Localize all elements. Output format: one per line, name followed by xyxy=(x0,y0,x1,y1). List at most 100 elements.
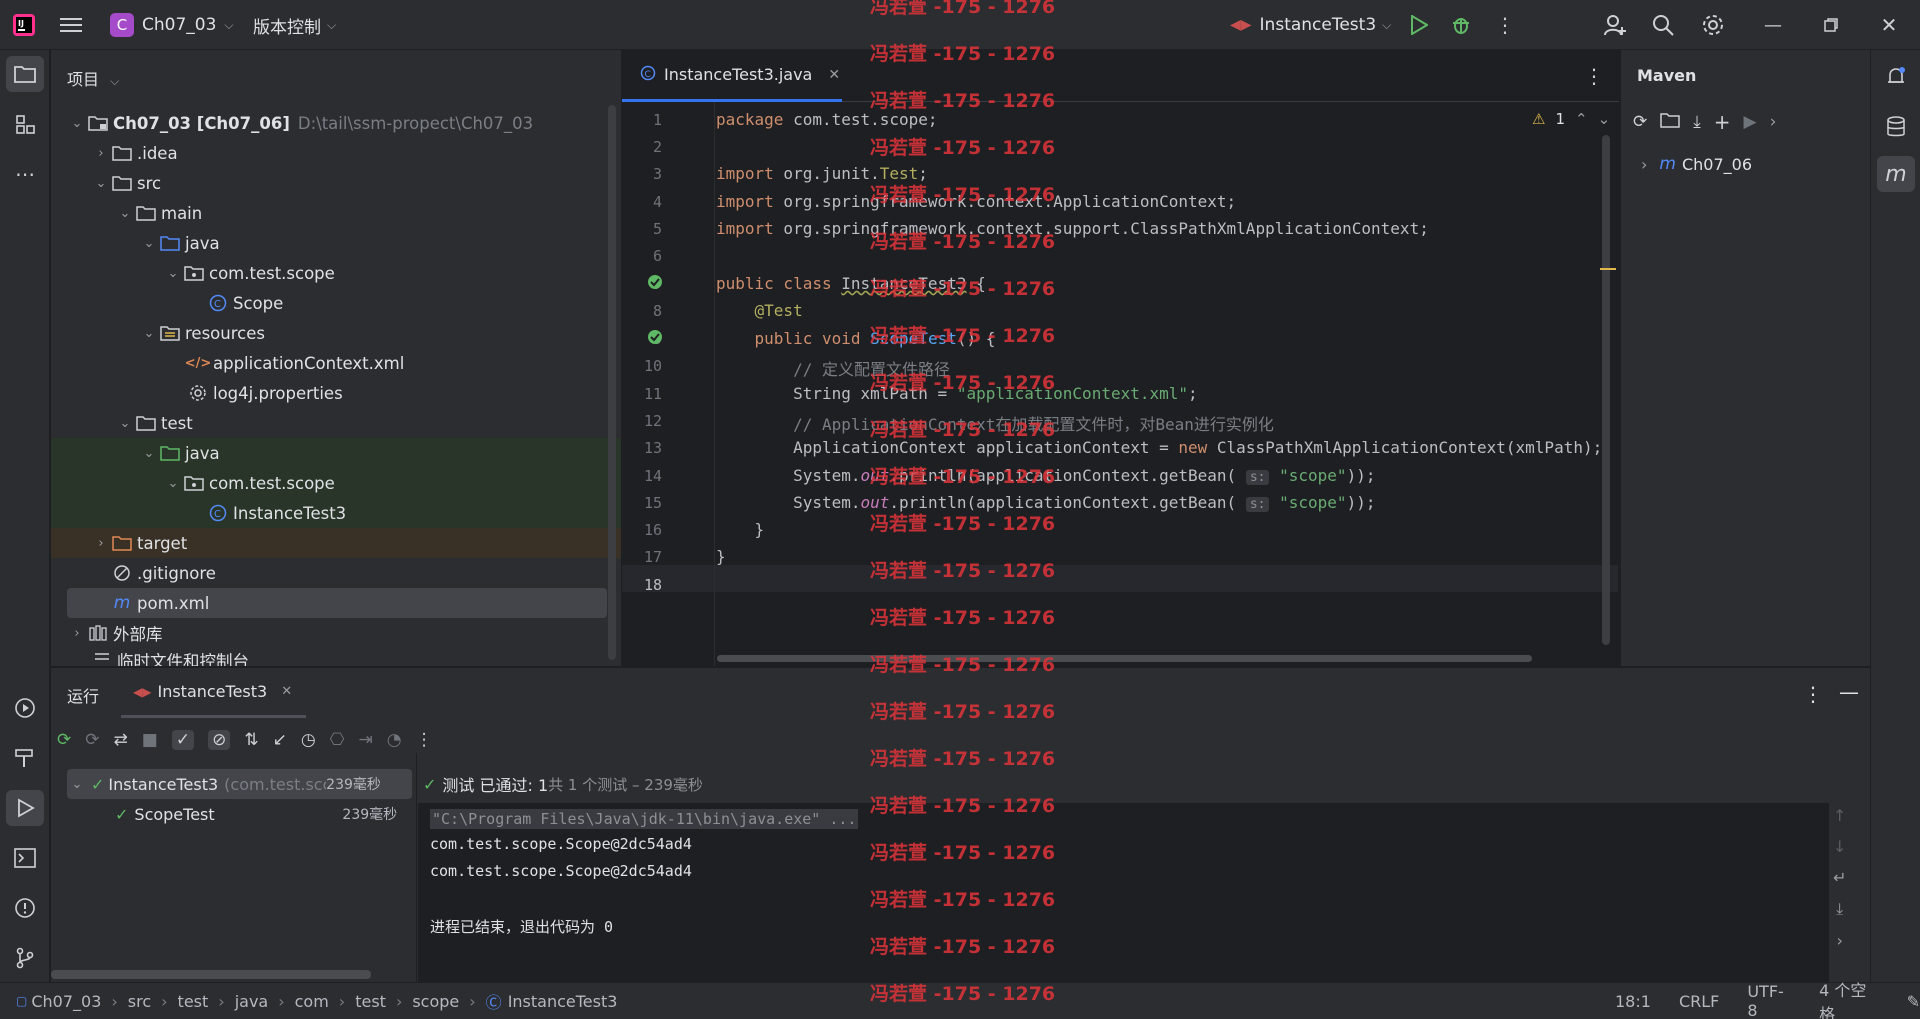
chevron-right-icon[interactable]: › xyxy=(1770,112,1777,132)
minimize-icon[interactable]: — xyxy=(1760,12,1786,38)
project-scrollbar[interactable] xyxy=(608,105,616,660)
download-icon[interactable]: ⤓ xyxy=(1693,112,1701,132)
breadcrumb-item[interactable]: InstanceTest3 xyxy=(508,992,618,1011)
git-branch-icon[interactable] xyxy=(6,940,44,976)
tree-item-root[interactable]: ⌄ Ch07_03 [Ch07_06] D:\tail\ssm-propect\… xyxy=(51,108,611,138)
sort-icon[interactable]: ⇅ xyxy=(244,730,258,750)
run-test-class-gutter-icon[interactable] xyxy=(647,274,663,294)
tree-item-target[interactable]: › target xyxy=(51,528,611,558)
tree-item-appcontext-xml[interactable]: </> applicationContext.xml xyxy=(51,348,611,378)
main-menu-icon[interactable] xyxy=(60,0,82,50)
test-tree-row-method[interactable]: ✓ ScopeTest 239毫秒 xyxy=(67,799,412,829)
reload-icon[interactable]: ⟳ xyxy=(1633,112,1647,132)
run-panel-more-icon[interactable]: ⋮ xyxy=(1803,682,1823,706)
breadcrumb-item[interactable]: test xyxy=(355,992,386,1011)
more-actions-icon[interactable]: ⋮ xyxy=(1495,12,1515,38)
structure-icon[interactable] xyxy=(6,106,44,142)
add-user-icon[interactable] xyxy=(1600,11,1630,39)
project-tool-folder-icon[interactable] xyxy=(6,56,44,92)
maven-tool-icon[interactable]: m xyxy=(1877,156,1915,192)
code-line-17[interactable]: } xyxy=(716,547,726,566)
stop-icon[interactable]: ■ xyxy=(142,730,158,750)
tree-item-idea[interactable]: › .idea xyxy=(51,138,611,168)
tree-item-pom[interactable]: m pom.xml xyxy=(51,588,611,618)
coverage-gauge-icon[interactable]: ◔ xyxy=(387,730,402,750)
breadcrumb-item[interactable]: scope xyxy=(412,992,459,1011)
close-tab-icon[interactable]: ✕ xyxy=(828,67,840,83)
settings-gear-icon[interactable] xyxy=(1698,11,1728,39)
code-line-7[interactable]: public class InstanceTest3 { xyxy=(716,274,986,293)
run-maven-icon[interactable]: ▶ xyxy=(1744,112,1757,132)
tree-item-test-package[interactable]: ⌄ com.test.scope xyxy=(51,468,611,498)
code-line-13[interactable]: ApplicationContext applicationContext = … xyxy=(716,438,1616,457)
tree-item-test-java[interactable]: ⌄ java xyxy=(51,438,611,468)
warning-marker[interactable] xyxy=(1600,268,1616,270)
tree-item-instancetest3[interactable]: C InstanceTest3 xyxy=(51,498,611,528)
code-line-10[interactable]: // 定义配置文件路径 xyxy=(716,356,950,380)
code-line-3[interactable]: import org.junit.Test; xyxy=(716,164,928,183)
screenshot-camera-icon[interactable]: ⎔ xyxy=(330,730,345,750)
test-tree-row-class[interactable]: ⌄ ✓ InstanceTest3 (com.test.sco 239毫秒 xyxy=(67,769,412,799)
chevron-up-icon[interactable]: ⌃ xyxy=(1575,110,1588,128)
hide-panel-icon[interactable]: — xyxy=(1839,680,1859,704)
code-line-5[interactable]: import org.springframework.context.suppo… xyxy=(716,219,1429,238)
run-test-method-gutter-icon[interactable] xyxy=(647,329,663,349)
indent-setting[interactable]: 4 个空格 xyxy=(1819,977,1878,1019)
code-line-8[interactable]: @Test xyxy=(716,301,803,320)
run-tab-instancetest3[interactable]: ◀▶ InstanceTest3 ✕ xyxy=(121,668,306,718)
tree-item-scratches[interactable]: 临时文件和控制台 xyxy=(51,648,611,666)
notifications-bell-icon[interactable] xyxy=(1879,60,1913,94)
editor-vertical-scrollbar[interactable] xyxy=(1602,135,1610,645)
restore-icon[interactable] xyxy=(1818,12,1844,38)
code-line-16[interactable]: } xyxy=(716,520,765,539)
code-line-11[interactable]: String xmlPath = "applicationContext.xml… xyxy=(716,384,1198,403)
terminal-icon[interactable] xyxy=(6,840,44,876)
caret-position[interactable]: 18:1 xyxy=(1615,992,1651,1011)
code-line-4[interactable]: import org.springframework.context.Appli… xyxy=(716,192,1236,211)
tree-item-log4j[interactable]: log4j.properties xyxy=(51,378,611,408)
code-line-15[interactable]: System.out.println(applicationContext.ge… xyxy=(716,493,1375,512)
scroll-to-end-icon[interactable]: ⤓ xyxy=(1836,899,1843,919)
inspection-widget[interactable]: ⚠ 1 ⌃ ⌄ xyxy=(1532,110,1610,128)
breadcrumb-item[interactable]: Ch07_03 xyxy=(31,992,101,1011)
chevron-down-icon[interactable]: ⌄ xyxy=(1598,110,1611,128)
problems-icon[interactable] xyxy=(6,890,44,926)
tree-item-main[interactable]: ⌄ main xyxy=(51,198,611,228)
add-icon[interactable]: + xyxy=(1714,110,1731,134)
debug-button[interactable] xyxy=(1447,12,1475,38)
run-tool-icon[interactable] xyxy=(6,790,44,826)
read-only-lock-icon[interactable]: ✎ xyxy=(1907,992,1920,1011)
project-panel-header[interactable]: 项目 ⌵ xyxy=(67,66,119,90)
tree-item-resources[interactable]: ⌄ resources xyxy=(51,318,611,348)
tree-item-external-libs[interactable]: › 外部库 xyxy=(51,618,611,648)
generate-sources-icon[interactable] xyxy=(1660,112,1680,133)
line-separator[interactable]: CRLF xyxy=(1679,992,1719,1011)
show-passed-icon[interactable]: ✓ xyxy=(171,730,195,750)
tree-item-package[interactable]: ⌄ com.test.scope xyxy=(51,258,611,288)
console-output[interactable]: "C:\Program Files\Java\jdk-11\bin\java.e… xyxy=(418,803,1829,983)
toggle-auto-test-icon[interactable]: ⇄ xyxy=(114,730,128,750)
run-button[interactable] xyxy=(1405,12,1433,38)
editor-tab-instancetest3[interactable]: C InstanceTest3.java ✕ xyxy=(622,50,842,102)
breadcrumb-item[interactable]: java xyxy=(235,992,269,1011)
tree-item-scope-class[interactable]: C Scope xyxy=(51,288,611,318)
code-line-14[interactable]: System.out.println(applicationContext.ge… xyxy=(716,466,1375,485)
import-tests-icon[interactable]: ↙ xyxy=(273,730,287,750)
rerun-icon[interactable]: ⟳ xyxy=(57,730,71,750)
app-logo-icon[interactable]: IJ xyxy=(12,0,36,50)
vcs-menu[interactable]: 版本控制 ⌵ xyxy=(253,0,336,50)
editor-horizontal-scrollbar[interactable] xyxy=(717,655,1532,662)
search-icon[interactable] xyxy=(1648,11,1678,39)
services-icon[interactable] xyxy=(6,690,44,726)
tree-item-src[interactable]: ⌄ src xyxy=(51,168,611,198)
test-tree-scrollbar[interactable] xyxy=(51,970,371,979)
more-icon[interactable]: ⋮ xyxy=(416,730,433,750)
database-icon[interactable] xyxy=(1879,110,1913,144)
more-tools-icon[interactable]: ⋯ xyxy=(6,156,44,192)
tree-item-test[interactable]: ⌄ test xyxy=(51,408,611,438)
editor-tabs-more-icon[interactable]: ⋮ xyxy=(1584,64,1604,88)
project-switcher[interactable]: C Ch07_03 ⌵ xyxy=(110,0,234,50)
code-line-12[interactable]: // ApplicationContext在加载配置文件时，对Bean进行实例化 xyxy=(716,411,1274,435)
tree-item-gitignore[interactable]: .gitignore xyxy=(51,558,611,588)
run-split-divider[interactable] xyxy=(416,753,417,983)
